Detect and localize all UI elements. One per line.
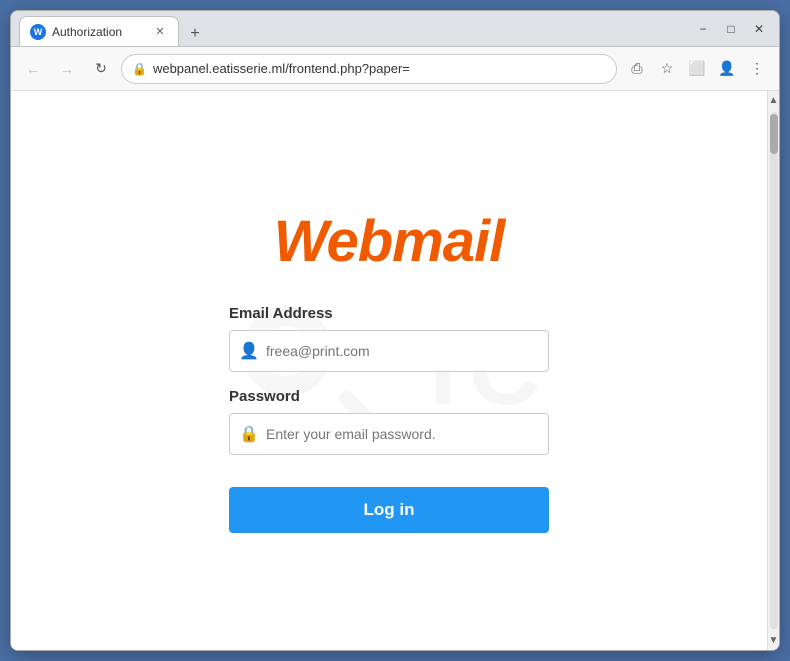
email-input[interactable] (229, 330, 549, 372)
back-button[interactable]: ← (19, 55, 47, 83)
email-label: Email Address (229, 305, 549, 322)
refresh-button[interactable]: ↻ (87, 55, 115, 83)
address-bar[interactable]: 🔒 webpanel.eatisserie.ml/frontend.php?pa… (121, 54, 617, 84)
close-button[interactable]: ✕ (747, 17, 771, 41)
page-content: TC Webmail Email Address 👤 Password 🔒 (11, 91, 779, 650)
password-input-wrapper: 🔒 (229, 413, 549, 455)
scroll-down-arrow[interactable]: ▼ (767, 633, 779, 648)
profile-icon[interactable]: 👤 (713, 55, 741, 83)
tab-title: Authorization (52, 25, 146, 39)
email-input-wrapper: 👤 (229, 330, 549, 372)
browser-window: W Authorization ✕ + − □ ✕ ← → ↻ 🔒 webpan… (10, 10, 780, 651)
scroll-thumb[interactable] (770, 114, 778, 154)
share-icon[interactable]: ⎙ (623, 55, 651, 83)
minimize-button[interactable]: − (691, 17, 715, 41)
bookmark-icon[interactable]: ☆ (653, 55, 681, 83)
password-input[interactable] (229, 413, 549, 455)
email-form-group: Email Address 👤 (229, 305, 549, 372)
navigation-bar: ← → ↻ 🔒 webpanel.eatisserie.ml/frontend.… (11, 47, 779, 91)
scrollbar: ▲ ▼ (767, 91, 779, 650)
password-label: Password (229, 388, 549, 405)
person-icon: 👤 (239, 341, 259, 361)
login-container: Webmail Email Address 👤 Password 🔒 Lo (189, 208, 589, 533)
tab-favicon: W (30, 24, 46, 40)
scroll-track[interactable] (770, 112, 778, 629)
title-bar: W Authorization ✕ + − □ ✕ (11, 11, 779, 47)
login-button[interactable]: Log in (229, 487, 549, 533)
tab-close-button[interactable]: ✕ (152, 24, 168, 40)
scroll-up-arrow[interactable]: ▲ (767, 93, 779, 108)
nav-icons: ⎙ ☆ ⬜ 👤 ⋮ (623, 55, 771, 83)
new-tab-button[interactable]: + (183, 22, 207, 46)
extensions-icon[interactable]: ⬜ (683, 55, 711, 83)
forward-button[interactable]: → (53, 55, 81, 83)
tab-area: W Authorization ✕ + (19, 11, 691, 46)
page-body: TC Webmail Email Address 👤 Password 🔒 (11, 91, 767, 650)
lock-field-icon: 🔒 (239, 424, 259, 444)
lock-icon: 🔒 (132, 62, 147, 76)
url-text: webpanel.eatisserie.ml/frontend.php?pape… (153, 61, 606, 76)
active-tab[interactable]: W Authorization ✕ (19, 16, 179, 46)
webmail-logo: Webmail (274, 208, 504, 275)
maximize-button[interactable]: □ (719, 17, 743, 41)
menu-icon[interactable]: ⋮ (743, 55, 771, 83)
password-form-group: Password 🔒 (229, 388, 549, 455)
window-controls: − □ ✕ (691, 17, 771, 41)
